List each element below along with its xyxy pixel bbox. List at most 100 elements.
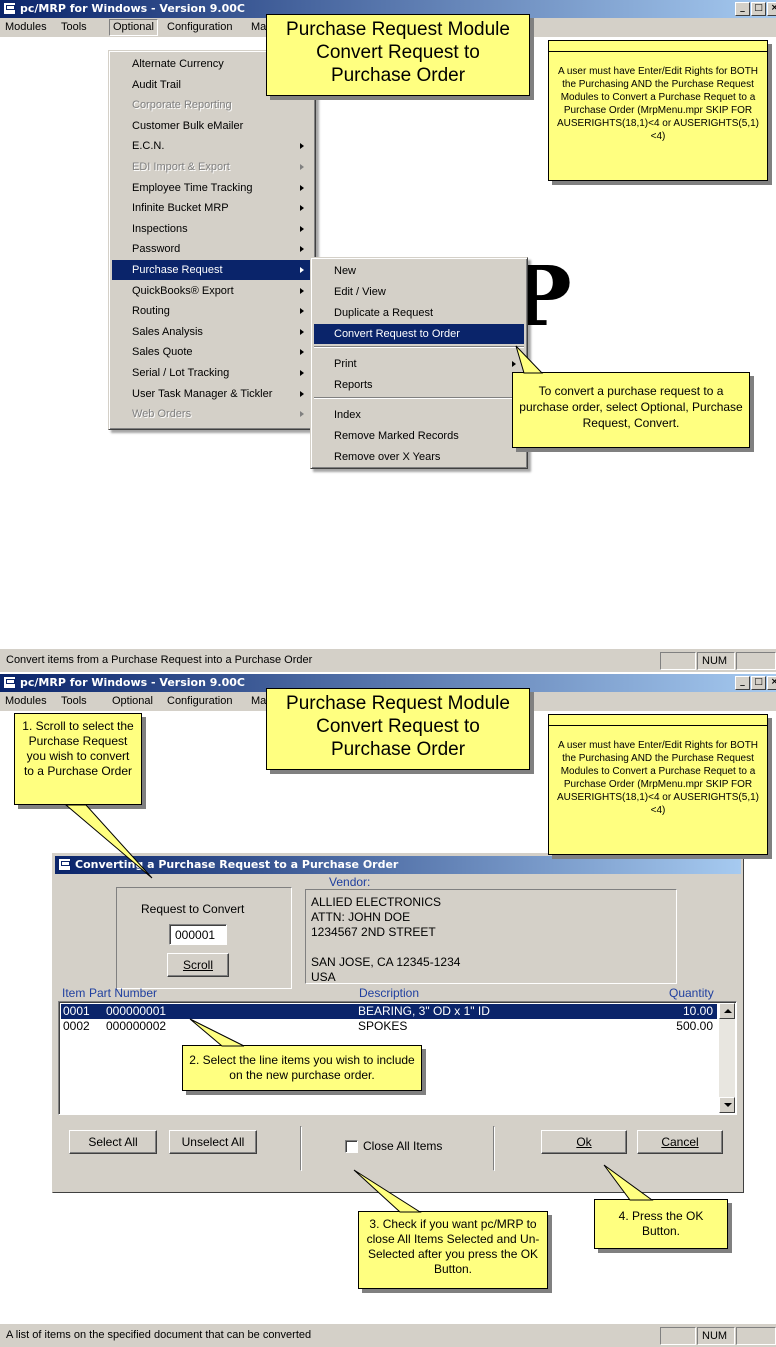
optional-menu-item[interactable]: Customer Bulk eMailer — [112, 116, 312, 136]
optional-menu-item[interactable]: Routing — [112, 301, 312, 321]
optional-menu-item[interactable]: E.C.N. — [112, 136, 312, 156]
menu-item-label: Sales Quote — [132, 346, 193, 359]
menu-item-label: QuickBooks® Export — [132, 284, 234, 297]
menu-modules[interactable]: Modules — [2, 694, 50, 709]
submenu-arrow-icon — [300, 287, 304, 294]
close-button[interactable]: × — [767, 676, 776, 690]
select-all-button[interactable]: Select All — [69, 1130, 157, 1154]
purchase-request-menu-item[interactable]: Duplicate a Request — [314, 303, 524, 323]
ok-button[interactable]: Ok — [541, 1130, 627, 1154]
menu-configuration[interactable]: Configuration — [164, 20, 235, 35]
purchase-request-menu-item[interactable]: Index — [314, 405, 524, 425]
purchase-request-menu-item[interactable]: New — [314, 261, 524, 281]
purchase-request-menu-item[interactable]: Remove over X Years — [314, 447, 524, 467]
vendor-line — [311, 940, 460, 955]
ok-button-label: Ok — [576, 1135, 592, 1149]
footer-divider-1 — [300, 1126, 302, 1171]
dialog-icon — [58, 858, 71, 871]
callout-header-bar — [549, 41, 767, 52]
menu-item-label: Employee Time Tracking — [132, 181, 253, 194]
convert-tip-callout: To convert a purchase request to a purch… — [512, 372, 750, 448]
menu-tools[interactable]: Tools — [58, 20, 90, 35]
vendor-line: 1234567 2ND STREET — [311, 925, 436, 939]
menu-item-label: Remove Marked Records — [334, 430, 459, 442]
module-title-line2: Convert Request to — [316, 42, 480, 63]
menu-separator — [314, 397, 524, 399]
dialog-title: Converting a Purchase Request to a Purch… — [75, 858, 399, 871]
submenu-arrow-icon — [512, 361, 516, 367]
rights-note-callout: A user must have Enter/Edit Rights for B… — [548, 40, 768, 181]
vendor-box: ALLIED ELECTRONICS ATTN: JOHN DOE 1234567 … — [305, 889, 677, 984]
submenu-arrow-icon — [300, 411, 304, 418]
step3-text: 3. Check if you want pc/MRP to close All… — [366, 1217, 540, 1276]
request-label: Request to Convert — [141, 902, 245, 916]
optional-menu-item[interactable]: Password — [112, 239, 312, 259]
purchase-request-menu-item[interactable]: Convert Request to Order — [314, 324, 524, 344]
optional-menu-item[interactable]: QuickBooks® Export — [112, 281, 312, 301]
optional-menu-item[interactable]: Corporate Reporting — [112, 95, 312, 115]
menu-modules[interactable]: Modules — [2, 20, 50, 35]
step1-callout: 1. Scroll to select the Purchase Request… — [14, 713, 142, 805]
optional-menu-item[interactable]: Web Orders — [112, 404, 312, 424]
menu-optional[interactable]: Optional — [109, 19, 158, 36]
optional-menu-item[interactable]: Infinite Bucket MRP — [112, 198, 312, 218]
optional-menu-item[interactable]: EDI Import & Export — [112, 157, 312, 177]
purchase-request-menu-item[interactable]: Remove Marked Records — [314, 426, 524, 446]
minimize-button[interactable]: _ — [735, 676, 750, 690]
optional-menu-item[interactable]: Inspections — [112, 219, 312, 239]
optional-menu-item[interactable]: Sales Quote — [112, 342, 312, 362]
menu-configuration[interactable]: Configuration — [164, 694, 235, 709]
menu-item-label: Sales Analysis — [132, 325, 203, 338]
app-title: pc/MRP for Windows - Version 9.00C — [20, 2, 245, 15]
scroll-down-button[interactable] — [719, 1097, 735, 1113]
scroll-button[interactable]: Scroll — [167, 953, 229, 977]
menu-optional[interactable]: Optional — [109, 694, 156, 709]
close-all-items-label[interactable]: Close All Items — [363, 1139, 442, 1153]
table-row[interactable]: 0002 000000002 SPOKES 500.00 — [61, 1019, 717, 1034]
menu-item-label: Infinite Bucket MRP — [132, 202, 229, 215]
row-part: 000000001 — [106, 1004, 167, 1018]
menu-item-label: Convert Request to Order — [334, 328, 460, 340]
footer-divider-2 — [493, 1126, 495, 1171]
module-title-line1: Purchase Request Module — [286, 693, 510, 714]
callout-header-bar — [549, 715, 767, 726]
menu-item-label: Web Orders — [132, 408, 192, 421]
scroll-up-button[interactable] — [719, 1003, 735, 1019]
rights-note-callout: A user must have Enter/Edit Rights for B… — [548, 714, 768, 855]
maximize-button[interactable]: □ — [751, 2, 766, 16]
step3-callout: 3. Check if you want pc/MRP to close All… — [358, 1211, 548, 1289]
minimize-button[interactable]: _ — [735, 2, 750, 16]
module-title-line3: Purchase Order — [330, 65, 466, 86]
optional-menu-item[interactable]: Serial / Lot Tracking — [112, 363, 312, 383]
optional-menu-item[interactable]: User Task Manager & Tickler — [112, 384, 312, 404]
step2-text: 2. Select the line items you wish to inc… — [189, 1053, 415, 1082]
convert-tip-text: To convert a purchase request to a purch… — [519, 384, 743, 430]
arrow-up-icon — [724, 1009, 732, 1013]
submenu-arrow-icon — [300, 328, 304, 335]
rights-note-text: A user must have Enter/Edit Rights for B… — [556, 66, 759, 142]
request-field[interactable]: 000001 — [169, 924, 227, 945]
unselect-all-button[interactable]: Unselect All — [169, 1130, 257, 1154]
list-scrollbar[interactable] — [719, 1003, 735, 1113]
menu-item-label: Inspections — [132, 222, 188, 235]
menu-item-label: Password — [132, 243, 181, 256]
menu-item-label: Duplicate a Request — [334, 307, 434, 319]
vendor-line: ATTN: JOHN DOE — [311, 910, 411, 924]
table-row[interactable]: 0001 000000001 BEARING, 3" OD x 1" ID 10… — [61, 1004, 717, 1019]
status-panel-blank — [660, 1327, 696, 1345]
cancel-button[interactable]: Cancel — [637, 1130, 723, 1154]
close-button[interactable]: × — [767, 2, 776, 16]
menu-tools[interactable]: Tools — [58, 694, 90, 709]
purchase-request-menu-item[interactable]: Reports — [314, 375, 524, 395]
optional-menu-item[interactable]: Sales Analysis — [112, 322, 312, 342]
maximize-button[interactable]: □ — [751, 676, 766, 690]
optional-menu-item[interactable]: Purchase Request — [112, 260, 312, 280]
menu-item-label: E.C.N. — [132, 140, 165, 153]
menu-item-label: New — [334, 265, 357, 277]
purchase-request-menu-item[interactable]: Edit / View — [314, 282, 524, 302]
row-item: 0001 — [63, 1004, 90, 1018]
close-all-items-checkbox[interactable] — [345, 1140, 358, 1153]
purchase-request-menu-item[interactable]: Print — [314, 354, 524, 374]
status-panel-end — [736, 652, 776, 670]
optional-menu-item[interactable]: Employee Time Tracking — [112, 178, 312, 198]
